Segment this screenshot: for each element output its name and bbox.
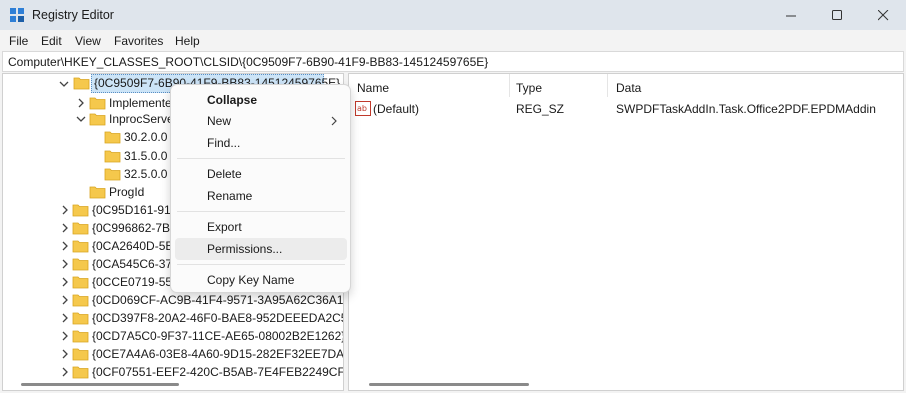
tree-item-label: {0C996862-7BC [92,221,179,235]
folder-icon [104,168,121,181]
menu-item-rename[interactable]: Rename [175,185,347,207]
string-value-icon: ab [355,101,371,116]
column-header-name[interactable]: Name [357,81,389,95]
menu-item-new[interactable]: New [175,110,347,132]
value-type: REG_SZ [516,102,565,116]
folder-icon [72,366,89,379]
menu-item-export[interactable]: Export [175,216,347,238]
folder-icon [72,276,89,289]
chevron-right-icon[interactable] [60,259,70,269]
menu-edit[interactable]: Edit [41,34,62,48]
column-header-type[interactable]: Type [516,81,542,95]
chevron-right-icon[interactable] [60,205,70,215]
title-bar: Registry Editor [0,0,906,30]
menu-item-label: Find... [207,136,241,150]
chevron-right-icon[interactable] [60,277,70,287]
folder-icon [72,294,89,307]
folder-icon [72,258,89,271]
menu-item-label: Permissions... [207,242,283,256]
chevron-right-icon[interactable] [60,313,70,323]
folder-open-icon [73,77,90,90]
folder-icon [89,97,106,110]
address-path: Computer\HKEY_CLASSES_ROOT\CLSID\{0C9509… [8,55,489,69]
menu-item-label: Delete [207,167,242,181]
menu-help[interactable]: Help [175,34,200,48]
minimize-button[interactable] [768,0,814,30]
tree-item-label: {0CE7A4A6-03E8-4A60-9D15-282EF32EE7DA} [92,347,344,361]
folder-icon [72,222,89,235]
folder-open-icon [89,113,106,126]
chevron-right-icon[interactable] [60,295,70,305]
menu-item-label: New [207,114,232,128]
values-list-pane[interactable]: Name Type Data ab (Default) REG_SZ SWPDF… [348,73,904,391]
address-bar[interactable]: Computer\HKEY_CLASSES_ROOT\CLSID\{0C9509… [2,51,904,72]
maximize-button[interactable] [814,0,860,30]
tree-item-label: {0CD7A5C0-9F37-11CE-AE65-08002B2E1262} [92,329,344,343]
maximize-icon [831,9,842,20]
menu-separator [177,158,345,159]
menu-item-label: Rename [207,189,253,203]
menu-bar: File Edit View Favorites Help [0,30,906,51]
menu-item-label: Export [207,220,242,234]
list-horizontal-scrollbar[interactable] [369,383,529,386]
tree-item-clsid[interactable]: {0CF07551-EEF2-420C-B5AB-7E4FEB2249CF} [3,362,343,383]
svg-text:ab: ab [357,104,367,113]
folder-icon [72,348,89,361]
chevron-right-icon[interactable] [60,349,70,359]
chevron-right-icon[interactable] [76,98,86,108]
folder-icon [72,204,89,217]
menu-item-copy-key-name[interactable]: Copy Key Name [175,269,347,291]
chevron-right-icon[interactable] [60,331,70,341]
column-divider[interactable] [607,74,608,97]
folder-icon [72,240,89,253]
minimize-icon [785,15,796,16]
menu-separator [177,264,345,265]
column-divider[interactable] [509,74,510,97]
context-menu: Collapse New Find... Delete Rename Expor… [170,84,351,293]
menu-item-label: Collapse [207,93,258,107]
folder-icon [104,150,121,163]
menu-item-label: Copy Key Name [207,273,295,287]
tree-item-label: {0CD397F8-20A2-46F0-BAE8-952DEEEDA2C5 [92,311,344,325]
tree-item-label: 32.5.0.0 [124,167,168,181]
chevron-right-icon[interactable] [60,367,70,377]
folder-icon [72,312,89,325]
tree-horizontal-scrollbar[interactable] [21,383,179,386]
menu-item-permissions[interactable]: Permissions... [175,238,347,260]
tree-item-label: {0CCE0719-556 [92,275,179,289]
window-title: Registry Editor [32,8,114,22]
menu-item-delete[interactable]: Delete [175,163,347,185]
chevron-right-icon[interactable] [60,223,70,233]
folder-icon [104,131,121,144]
menu-item-collapse[interactable]: Collapse [175,89,347,111]
tree-item-label: 31.5.0.0 [124,149,168,163]
tree-item-label: {0CA2640D-5B [92,239,174,253]
tree-item-label: {0CD069CF-AC9B-41F4-9571-3A95A62C36A1 [92,293,344,307]
tree-item-label: ProgId [109,185,145,199]
menu-favorites[interactable]: Favorites [114,34,163,48]
value-name: (Default) [373,102,420,116]
folder-icon [89,186,106,199]
close-button[interactable] [860,0,906,30]
tree-item-label: {0CF07551-EEF2-420C-B5AB-7E4FEB2249CF} [92,365,344,379]
chevron-right-icon[interactable] [60,241,70,251]
column-header-data[interactable]: Data [616,81,641,95]
tree-item-label: {0CA545C6-37A [92,257,181,271]
chevron-down-icon[interactable] [59,79,69,89]
chevron-down-icon[interactable] [76,114,86,124]
menu-view[interactable]: View [75,34,101,48]
menu-file[interactable]: File [9,34,28,48]
menu-separator [177,211,345,212]
tree-item-label: {0C95D161-91F [92,203,179,217]
close-icon [877,9,888,20]
folder-icon [72,330,89,343]
registry-editor-app-icon [10,8,25,22]
value-data: SWPDFTaskAddIn.Task.Office2PDF.EPDMAddin [616,102,876,116]
tree-item-label: 30.2.0.0 [124,130,168,144]
chevron-right-icon [331,116,337,126]
menu-item-find[interactable]: Find... [175,132,347,154]
